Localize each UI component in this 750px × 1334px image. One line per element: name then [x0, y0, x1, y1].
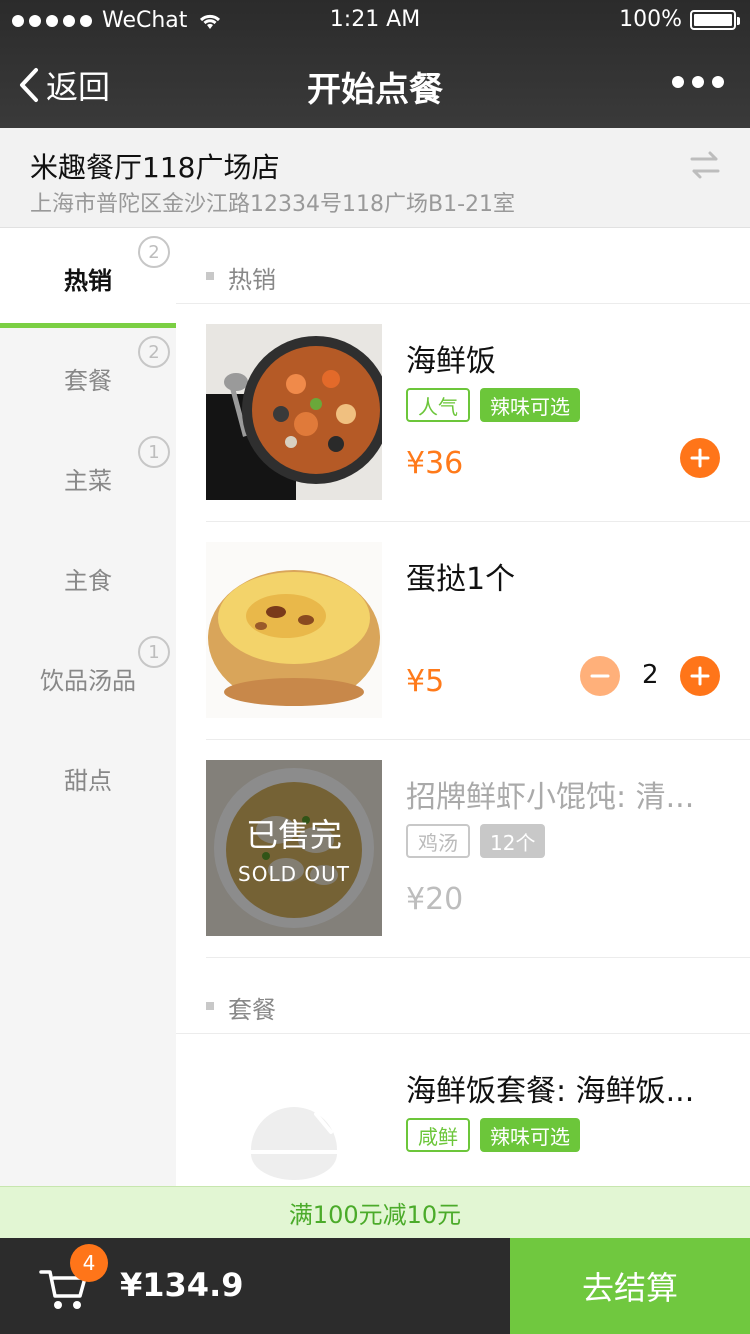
more-options-icon[interactable]: [672, 76, 724, 88]
dish-price: ¥36: [406, 446, 464, 481]
count-badge: 2: [138, 236, 170, 268]
dish-name: 海鲜饭套餐: 海鲜饭...: [406, 1074, 695, 1109]
dish-image: 已售完 SOLD OUT: [206, 760, 382, 936]
section-header-hot: 热销: [176, 228, 750, 304]
status-right: 100%: [619, 7, 740, 32]
dish-tag: 人气: [406, 388, 470, 422]
dish-name: 海鲜饭: [406, 344, 496, 379]
nav-bar: 返回 开始点餐: [0, 40, 750, 128]
list-item[interactable]: 蛋挞1个 ¥5 2: [206, 522, 750, 740]
dish-tags: 人气 辣味可选: [406, 388, 580, 422]
checkout-button[interactable]: 去结算: [510, 1238, 750, 1334]
sidebar-item-dessert[interactable]: 甜点: [0, 728, 176, 828]
section-title: 套餐: [228, 996, 276, 1024]
battery-percent: 100%: [619, 7, 682, 32]
section-title: 热销: [228, 266, 276, 294]
dish-image[interactable]: [206, 542, 382, 718]
list-item[interactable]: 海鲜饭 人气 辣味可选 ¥36: [206, 304, 750, 522]
cart-total: ¥134.9: [120, 1266, 244, 1304]
menu-list[interactable]: 热销 海鲜饭 人气 辣味可选 ¥36 蛋挞1个 ¥5 2 已售完 SOLD OU…: [176, 228, 750, 1186]
plus-icon: [690, 448, 710, 468]
plus-icon: [690, 666, 710, 686]
category-sidebar: 热销 2 套餐 2 主菜 1 主食 饮品汤品 1 甜点: [0, 228, 176, 1186]
count-badge: 2: [138, 336, 170, 368]
sidebar-item-label: 主菜: [64, 466, 112, 495]
dish-price: ¥20: [406, 882, 464, 917]
minus-icon: [590, 674, 610, 678]
dish-name: 蛋挞1个: [406, 562, 516, 597]
store-name: 米趣餐厅118广场店: [30, 151, 280, 184]
page-title: 开始点餐: [307, 70, 443, 110]
dish-price: ¥5: [406, 664, 445, 699]
switch-store-icon[interactable]: [688, 148, 722, 182]
dish-tags: 咸鲜 辣味可选: [406, 1118, 580, 1152]
count-badge: 1: [138, 436, 170, 468]
sidebar-item-label: 甜点: [64, 766, 112, 795]
list-item[interactable]: 海鲜饭套餐: 海鲜饭... 咸鲜 辣味可选: [206, 1034, 750, 1186]
sidebar-item-hot[interactable]: 热销 2: [0, 228, 176, 328]
list-item[interactable]: 已售完 SOLD OUT 招牌鲜虾小馄饨: 清... 鸡汤 12个 ¥20: [206, 740, 750, 958]
dish-tags: 鸡汤 12个: [406, 824, 546, 858]
dish-image-placeholder[interactable]: [206, 1054, 382, 1186]
sidebar-item-drinks[interactable]: 饮品汤品 1: [0, 628, 176, 728]
count-badge: 1: [138, 636, 170, 668]
add-button[interactable]: [680, 656, 720, 696]
sidebar-item-label: 热销: [64, 266, 112, 295]
promo-banner: 满100元减10元: [0, 1186, 750, 1238]
dish-image[interactable]: [206, 324, 382, 500]
top-bar: WeChat 1:21 AM 100% 返回 开始点餐: [0, 0, 750, 128]
dish-tag: 12个: [480, 824, 546, 858]
dish-tag: 鸡汤: [406, 824, 470, 858]
sidebar-item-label: 饮品汤品: [40, 666, 136, 695]
sidebar-item-label: 主食: [64, 566, 112, 595]
dish-name: 招牌鲜虾小馄饨: 清...: [406, 780, 695, 815]
dish-tag: 辣味可选: [480, 388, 580, 422]
remove-button[interactable]: [580, 656, 620, 696]
cart-bar: 4 ¥134.9 去结算: [0, 1238, 750, 1334]
sold-out-overlay: 已售完 SOLD OUT: [206, 760, 382, 936]
store-address: 上海市普陀区金沙江路12334号118广场B1-21室: [30, 192, 516, 217]
sold-out-label-en: SOLD OUT: [238, 862, 350, 886]
store-header: 米趣餐厅118广场店 上海市普陀区金沙江路12334号118广场B1-21室: [0, 128, 750, 228]
dish-tag: 辣味可选: [480, 1118, 580, 1152]
section-marker: [206, 1002, 214, 1010]
status-bar: WeChat 1:21 AM 100%: [0, 0, 750, 40]
sidebar-item-main[interactable]: 主菜 1: [0, 428, 176, 528]
sidebar-item-label: 套餐: [64, 366, 112, 395]
battery-icon: [690, 9, 740, 30]
sidebar-item-staple[interactable]: 主食: [0, 528, 176, 628]
section-marker: [206, 272, 214, 280]
quantity-value: 2: [642, 660, 659, 690]
cart-count-badge: 4: [70, 1244, 108, 1282]
sold-out-label: 已售完: [245, 816, 342, 854]
sidebar-item-set[interactable]: 套餐 2: [0, 328, 176, 428]
add-button[interactable]: [680, 438, 720, 478]
section-header-set: 套餐: [176, 958, 750, 1034]
dish-tag: 咸鲜: [406, 1118, 470, 1152]
